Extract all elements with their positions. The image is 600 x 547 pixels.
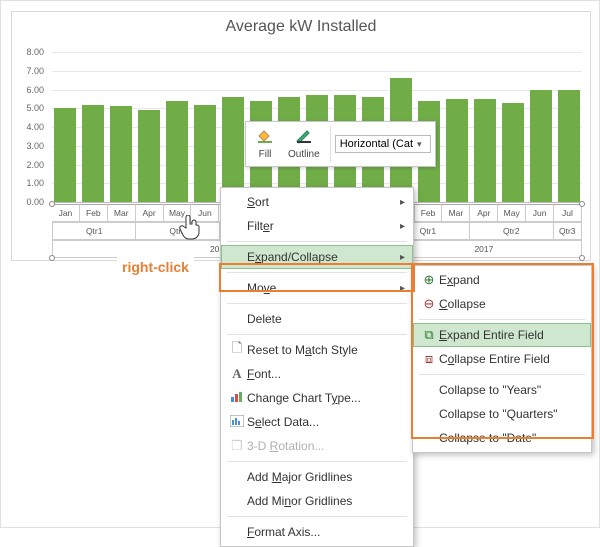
submenu-expand-entire-field[interactable]: ⧉Expand Entire Field	[413, 323, 591, 347]
axis-month-label: Jun	[526, 204, 554, 222]
submenu-collapse-years[interactable]: Collapse to "Years"	[413, 378, 591, 402]
chevron-down-icon: ▾	[417, 139, 422, 150]
menu-expand-collapse[interactable]: Expand/Collapse▸	[221, 245, 413, 269]
axis-month-label: Jan	[52, 204, 80, 222]
chart-type-icon	[227, 391, 247, 406]
select-data-icon	[227, 415, 247, 430]
axis-month-label: May	[498, 204, 526, 222]
menu-3d-rotation: ❒3-D Rotation...	[221, 434, 413, 458]
submenu-collapse[interactable]: ⊖Collapse	[413, 292, 591, 316]
collapse-icon: ⊖	[419, 296, 439, 312]
reset-icon: 🗋	[227, 339, 247, 361]
fill-button[interactable]: Fill	[250, 126, 280, 162]
menu-add-minor-gridlines[interactable]: Add Minor Gridlines	[221, 489, 413, 513]
axis-month-label: Feb	[415, 204, 443, 222]
menu-filter[interactable]: Filter▸	[221, 214, 413, 238]
menu-font[interactable]: AFont...	[221, 362, 413, 386]
axis-month-label: May	[164, 204, 192, 222]
bar[interactable]	[558, 90, 580, 203]
axis-options-dropdown[interactable]: Horizontal (Cat ▾	[335, 135, 431, 153]
menu-delete[interactable]: Delete	[221, 307, 413, 331]
submenu-collapse-date[interactable]: Collapse to "Date"	[413, 426, 591, 450]
expand-icon: ⊕	[419, 272, 439, 288]
bar[interactable]	[54, 108, 76, 202]
axis-month-label: Apr	[470, 204, 498, 222]
context-menu: Sort▸ Filter▸ Expand/Collapse▸ Move▸ Del…	[220, 187, 414, 547]
axis-month-label: Mar	[108, 204, 136, 222]
bar[interactable]	[82, 105, 104, 203]
expand-field-icon: ⧉	[419, 327, 439, 343]
menu-reset-style[interactable]: 🗋Reset to Match Style	[221, 338, 413, 362]
cube-icon: ❒	[227, 438, 247, 454]
expand-collapse-submenu: ⊕Expand ⊖Collapse ⧉Expand Entire Field ⧈…	[412, 265, 592, 453]
menu-add-major-gridlines[interactable]: Add Major Gridlines	[221, 465, 413, 489]
submenu-collapse-quarters[interactable]: Collapse to "Quarters"	[413, 402, 591, 426]
menu-change-chart-type[interactable]: Change Chart Type...	[221, 386, 413, 410]
bar[interactable]	[474, 99, 496, 202]
font-icon: A	[227, 366, 247, 382]
bar[interactable]	[110, 106, 132, 202]
menu-move[interactable]: Move▸	[221, 276, 413, 300]
chart-title: Average kW Installed	[12, 12, 590, 46]
pen-icon	[295, 128, 313, 149]
submenu-collapse-entire-field[interactable]: ⧈Collapse Entire Field	[413, 347, 591, 371]
axis-month-label: Apr	[136, 204, 164, 222]
menu-select-data[interactable]: Select Data...	[221, 410, 413, 434]
bar[interactable]	[194, 105, 216, 203]
axis-month-label: Feb	[80, 204, 108, 222]
menu-format-axis[interactable]: Format Axis...	[221, 520, 413, 544]
mini-toolbar: Fill Outline Horizontal (Cat ▾	[245, 121, 436, 167]
menu-sort[interactable]: Sort▸	[221, 190, 413, 214]
paint-bucket-icon	[256, 128, 274, 149]
bar[interactable]	[530, 90, 552, 203]
outline-button[interactable]: Outline	[282, 126, 326, 162]
axis-month-label: Jul	[554, 204, 582, 222]
callout-right-click: right-click	[117, 257, 194, 277]
axis-month-label: Jun	[191, 204, 219, 222]
bar[interactable]	[166, 101, 188, 202]
collapse-field-icon: ⧈	[419, 351, 439, 367]
bar[interactable]	[446, 99, 468, 202]
submenu-expand[interactable]: ⊕Expand	[413, 268, 591, 292]
y-axis: 0.00 1.00 2.00 3.00 4.00 5.00 6.00 7.00 …	[12, 52, 48, 202]
bar[interactable]	[138, 110, 160, 202]
bar[interactable]	[502, 103, 524, 202]
axis-month-label: Mar	[442, 204, 470, 222]
